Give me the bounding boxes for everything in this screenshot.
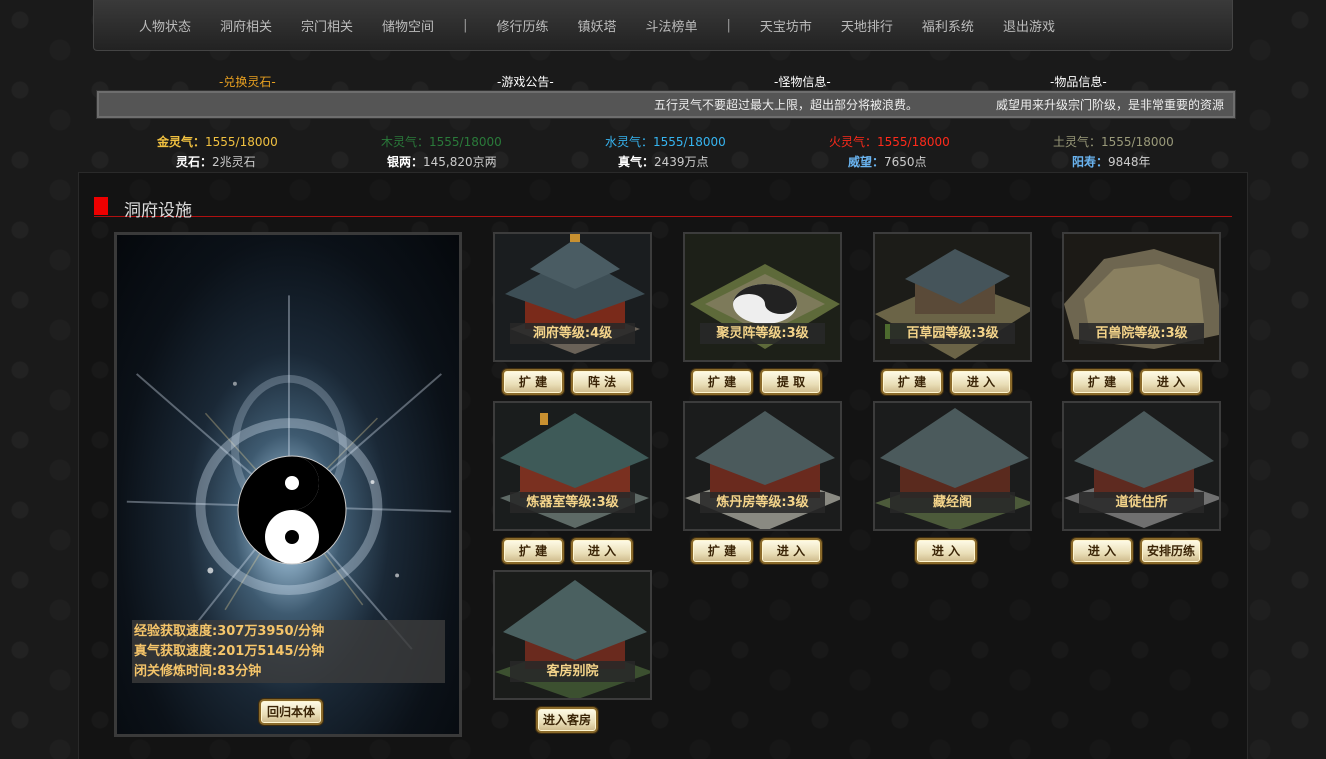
marquee-text: 五行灵气不要超过最大上限，超出部分将被浪费。 <box>654 98 919 112</box>
facility-forge[interactable]: 炼器室等级:3级 <box>493 401 652 531</box>
cultivation-scene: 经验获取速度:307万3950/分钟 真气获取速度:201万5145/分钟 闭关… <box>114 232 462 737</box>
facility-label: 炼丹房等级:3级 <box>700 492 825 513</box>
cultivation-stats: 经验获取速度:307万3950/分钟 真气获取速度:201万5145/分钟 闭关… <box>132 620 445 683</box>
marquee-text: 威望用来升级宗门阶级，是非常重要的资源 <box>996 98 1225 112</box>
nav-logout[interactable]: 退出游戏 <box>1003 16 1055 35</box>
yin-yang-icon <box>237 455 347 565</box>
enter-alchemy-button[interactable]: 进 入 <box>760 538 822 564</box>
section-marker <box>94 197 108 215</box>
formation-button[interactable]: 阵 法 <box>571 369 633 395</box>
item-info-header: -物品信息- <box>1050 75 1107 89</box>
notice-headers: -兑换灵石- -游戏公告- -怪物信息- -物品信息- <box>97 73 1235 89</box>
monster-info-header: -怪物信息- <box>774 75 831 89</box>
arrange-training-button[interactable]: 安排历练 <box>1140 538 1202 564</box>
nav-welfare[interactable]: 福利系统 <box>922 16 974 35</box>
nav-demon-tower[interactable]: 镇妖塔 <box>577 16 616 35</box>
section-header: 洞府设施 <box>94 197 1232 221</box>
water-qi: 水灵气：1555/18000 <box>605 135 726 149</box>
expand-forge-button[interactable]: 扩 建 <box>502 538 564 564</box>
nav-ranking[interactable]: 天地排行 <box>841 16 893 35</box>
metal-qi: 金灵气：1555/18000 <box>157 135 278 149</box>
nav-training[interactable]: 修行历练 <box>496 16 548 35</box>
facility-label: 聚灵阵等级:3级 <box>700 323 825 344</box>
facility-label: 百兽院等级:3级 <box>1079 323 1204 344</box>
silver: 银两：145,820京两 <box>387 155 497 169</box>
facility-disciple-quarters[interactable]: 道徒住所 <box>1062 401 1221 531</box>
exp-speed: 经验获取速度:307万3950/分钟 <box>134 624 325 639</box>
qi-speed: 真气获取速度:201万5145/分钟 <box>134 644 325 659</box>
nav-duel-ranking[interactable]: 斗法榜单 <box>645 16 697 35</box>
facility-label: 客房别院 <box>510 661 635 682</box>
facility-beast-yard[interactable]: 百兽院等级:3级 <box>1062 232 1221 362</box>
wood-qi: 木灵气：1555/18000 <box>381 135 502 149</box>
enter-quarters-button[interactable]: 进 入 <box>1071 538 1133 564</box>
nav-cave-related[interactable]: 洞府相关 <box>220 16 272 35</box>
true-qi: 真气：2439万点 <box>618 155 709 169</box>
seclusion-time: 闭关修炼时间:83分钟 <box>134 664 262 679</box>
enter-beast-yard-button[interactable]: 进 入 <box>1140 369 1202 395</box>
facility-label: 洞府等级:4级 <box>510 323 635 344</box>
expand-array-button[interactable]: 扩 建 <box>691 369 753 395</box>
facility-spirit-array[interactable]: 聚灵阵等级:3级 <box>683 232 842 362</box>
prestige: 威望：7650点 <box>848 155 927 169</box>
announcement-marquee: 五行灵气不要超过最大上限，超出部分将被浪费。 威望用来升级宗门阶级，是非常重要的… <box>96 90 1236 119</box>
facility-alchemy[interactable]: 炼丹房等级:3级 <box>683 401 842 531</box>
section-title: 洞府设施 <box>124 201 192 221</box>
facility-library[interactable]: 藏经阁 <box>873 401 1032 531</box>
expand-alchemy-button[interactable]: 扩 建 <box>691 538 753 564</box>
fire-qi: 火灵气：1555/18000 <box>829 135 950 149</box>
enter-library-button[interactable]: 进 入 <box>915 538 977 564</box>
enter-forge-button[interactable]: 进 入 <box>571 538 633 564</box>
extract-button[interactable]: 提 取 <box>760 369 822 395</box>
facility-label: 道徒住所 <box>1079 492 1204 513</box>
facility-guest-house[interactable]: 客房别院 <box>493 570 652 700</box>
nav-market[interactable]: 天宝坊市 <box>760 16 812 35</box>
expand-herb-garden-button[interactable]: 扩 建 <box>881 369 943 395</box>
enter-herb-garden-button[interactable]: 进 入 <box>950 369 1012 395</box>
nav-sect-related[interactable]: 宗门相关 <box>301 16 353 35</box>
facility-cave[interactable]: 洞府等级:4级 <box>493 232 652 362</box>
nav-storage[interactable]: 储物空间 <box>382 16 434 35</box>
return-to-body-button[interactable]: 回归本体 <box>259 699 323 725</box>
lifespan: 阳寿：9848年 <box>1072 155 1151 169</box>
nav-separator: | <box>463 17 468 33</box>
spirit-stone: 灵石：2兆灵石 <box>176 155 256 169</box>
nav-character-status[interactable]: 人物状态 <box>139 16 191 35</box>
earth-qi: 土灵气：1555/18000 <box>1053 135 1174 149</box>
facility-label: 藏经阁 <box>890 492 1015 513</box>
facility-label: 炼器室等级:3级 <box>510 492 635 513</box>
top-nav: 人物状态 洞府相关 宗门相关 储物空间 | 修行历练 镇妖塔 斗法榜单 | 天宝… <box>93 0 1233 51</box>
enter-guest-room-button[interactable]: 进入客房 <box>536 707 598 733</box>
announcement-header: -游戏公告- <box>497 75 554 89</box>
facility-label: 百草园等级:3级 <box>890 323 1015 344</box>
expand-cave-button[interactable]: 扩 建 <box>502 369 564 395</box>
facility-herb-garden[interactable]: 百草园等级:3级 <box>873 232 1032 362</box>
expand-beast-yard-button[interactable]: 扩 建 <box>1071 369 1133 395</box>
nav-separator: | <box>726 17 731 33</box>
exchange-stone-link[interactable]: -兑换灵石- <box>219 73 276 90</box>
